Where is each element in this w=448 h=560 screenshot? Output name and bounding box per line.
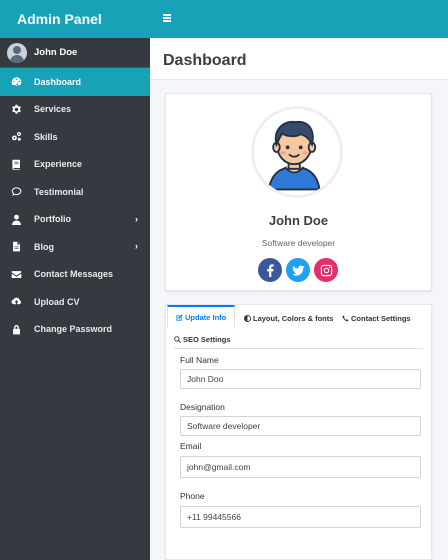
chevron-right-icon: › xyxy=(135,213,138,224)
lock-icon xyxy=(10,323,22,335)
sidebar-item-label: Experience xyxy=(34,159,83,170)
sidebar-item-label: Portfolio xyxy=(34,214,71,225)
chevron-right-icon: › xyxy=(135,241,138,251)
search-icon xyxy=(174,335,181,343)
brand-title[interactable]: Admin Panel xyxy=(0,0,150,38)
file-icon xyxy=(10,241,22,253)
user-icon xyxy=(10,213,22,225)
sidebar: Admin Panel John Doe Dashboard Services … xyxy=(0,0,150,560)
tab-seo-settings[interactable]: SEO Settings xyxy=(174,332,231,346)
tab-label: SEO Settings xyxy=(183,334,231,344)
social-links xyxy=(258,258,338,282)
settings-tabs: Update Info Layout, Colors & fonts Conta… xyxy=(166,304,431,348)
tab-label: Layout, Colors & fonts xyxy=(253,313,334,323)
cloud-upload-icon xyxy=(10,296,22,308)
sidebar-nav: Dashboard Services Skills Experience Tes… xyxy=(0,68,150,343)
sidebar-item-upload-cv[interactable]: Upload CV xyxy=(0,288,150,316)
sidebar-item-blog[interactable]: Blog › xyxy=(0,233,150,261)
topbar xyxy=(150,0,448,38)
email-label: Email xyxy=(180,441,202,451)
tabs-divider xyxy=(174,348,423,349)
sidebar-item-contact-messages[interactable]: Contact Messages xyxy=(0,261,150,289)
sidebar-item-label: Dashboard xyxy=(34,76,82,87)
avatar xyxy=(7,42,27,63)
designation-label: Designation xyxy=(180,402,225,412)
tab-label: Update Info xyxy=(185,312,227,322)
full-name-field[interactable] xyxy=(180,369,421,389)
sidebar-item-label: Contact Messages xyxy=(34,269,114,280)
instagram-icon[interactable] xyxy=(314,258,338,282)
adjust-icon xyxy=(244,314,251,322)
designation-field[interactable] xyxy=(180,416,421,436)
book-icon xyxy=(10,158,22,170)
sidebar-item-label: Skills xyxy=(34,131,58,142)
avatar-illustration xyxy=(254,109,335,191)
phone-icon xyxy=(342,314,349,321)
sidebar-item-change-password[interactable]: Change Password xyxy=(0,316,150,344)
sidebar-item-label: Testimonial xyxy=(34,186,84,197)
tab-update-info[interactable]: Update Info xyxy=(167,305,236,327)
sidebar-item-label: Blog xyxy=(34,241,54,252)
sidebar-item-testimonial[interactable]: Testimonial xyxy=(0,178,150,206)
sidebar-item-experience[interactable]: Experience xyxy=(0,151,150,179)
tab-contact-settings[interactable]: Contact Settings xyxy=(342,311,411,325)
full-name-label: Full Name xyxy=(180,355,219,365)
edit-icon xyxy=(176,313,183,321)
tab-layout-colors-fonts[interactable]: Layout, Colors & fonts xyxy=(244,311,333,325)
sidebar-item-services[interactable]: Services xyxy=(0,96,150,124)
profile-name: John Doe xyxy=(268,213,329,228)
envelope-icon xyxy=(10,268,22,280)
sidebar-item-portfolio[interactable]: Portfolio › xyxy=(0,206,150,234)
twitter-icon[interactable] xyxy=(286,258,310,282)
profile-avatar xyxy=(251,106,343,198)
gear-icon xyxy=(10,103,22,115)
sidebar-item-skills[interactable]: Skills xyxy=(0,123,150,151)
sidebar-user-name: John Doe xyxy=(34,47,78,58)
profile-role: Software developer xyxy=(261,238,336,248)
tab-label: Contact Settings xyxy=(351,313,411,323)
settings-card: Update Info Layout, Colors & fonts Conta… xyxy=(165,304,432,560)
comment-icon xyxy=(10,186,22,198)
phone-label: Phone xyxy=(180,491,205,501)
page-title: Dashboard xyxy=(163,52,247,69)
phone-field[interactable] xyxy=(180,506,421,528)
email-field[interactable] xyxy=(180,456,421,478)
dashboard-icon xyxy=(10,76,22,88)
sidebar-item-dashboard[interactable]: Dashboard xyxy=(0,68,150,96)
sidebar-item-label: Services xyxy=(34,104,72,115)
profile-card: John Doe Software developer xyxy=(165,93,432,291)
gears-icon xyxy=(10,131,22,143)
sidebar-item-label: Change Password xyxy=(34,324,113,335)
sidebar-item-label: Upload CV xyxy=(34,296,80,307)
facebook-icon[interactable] xyxy=(258,258,282,282)
menu-toggle-icon[interactable] xyxy=(163,14,171,22)
content-header: Dashboard xyxy=(150,38,448,80)
sidebar-user[interactable]: John Doe xyxy=(0,38,150,68)
